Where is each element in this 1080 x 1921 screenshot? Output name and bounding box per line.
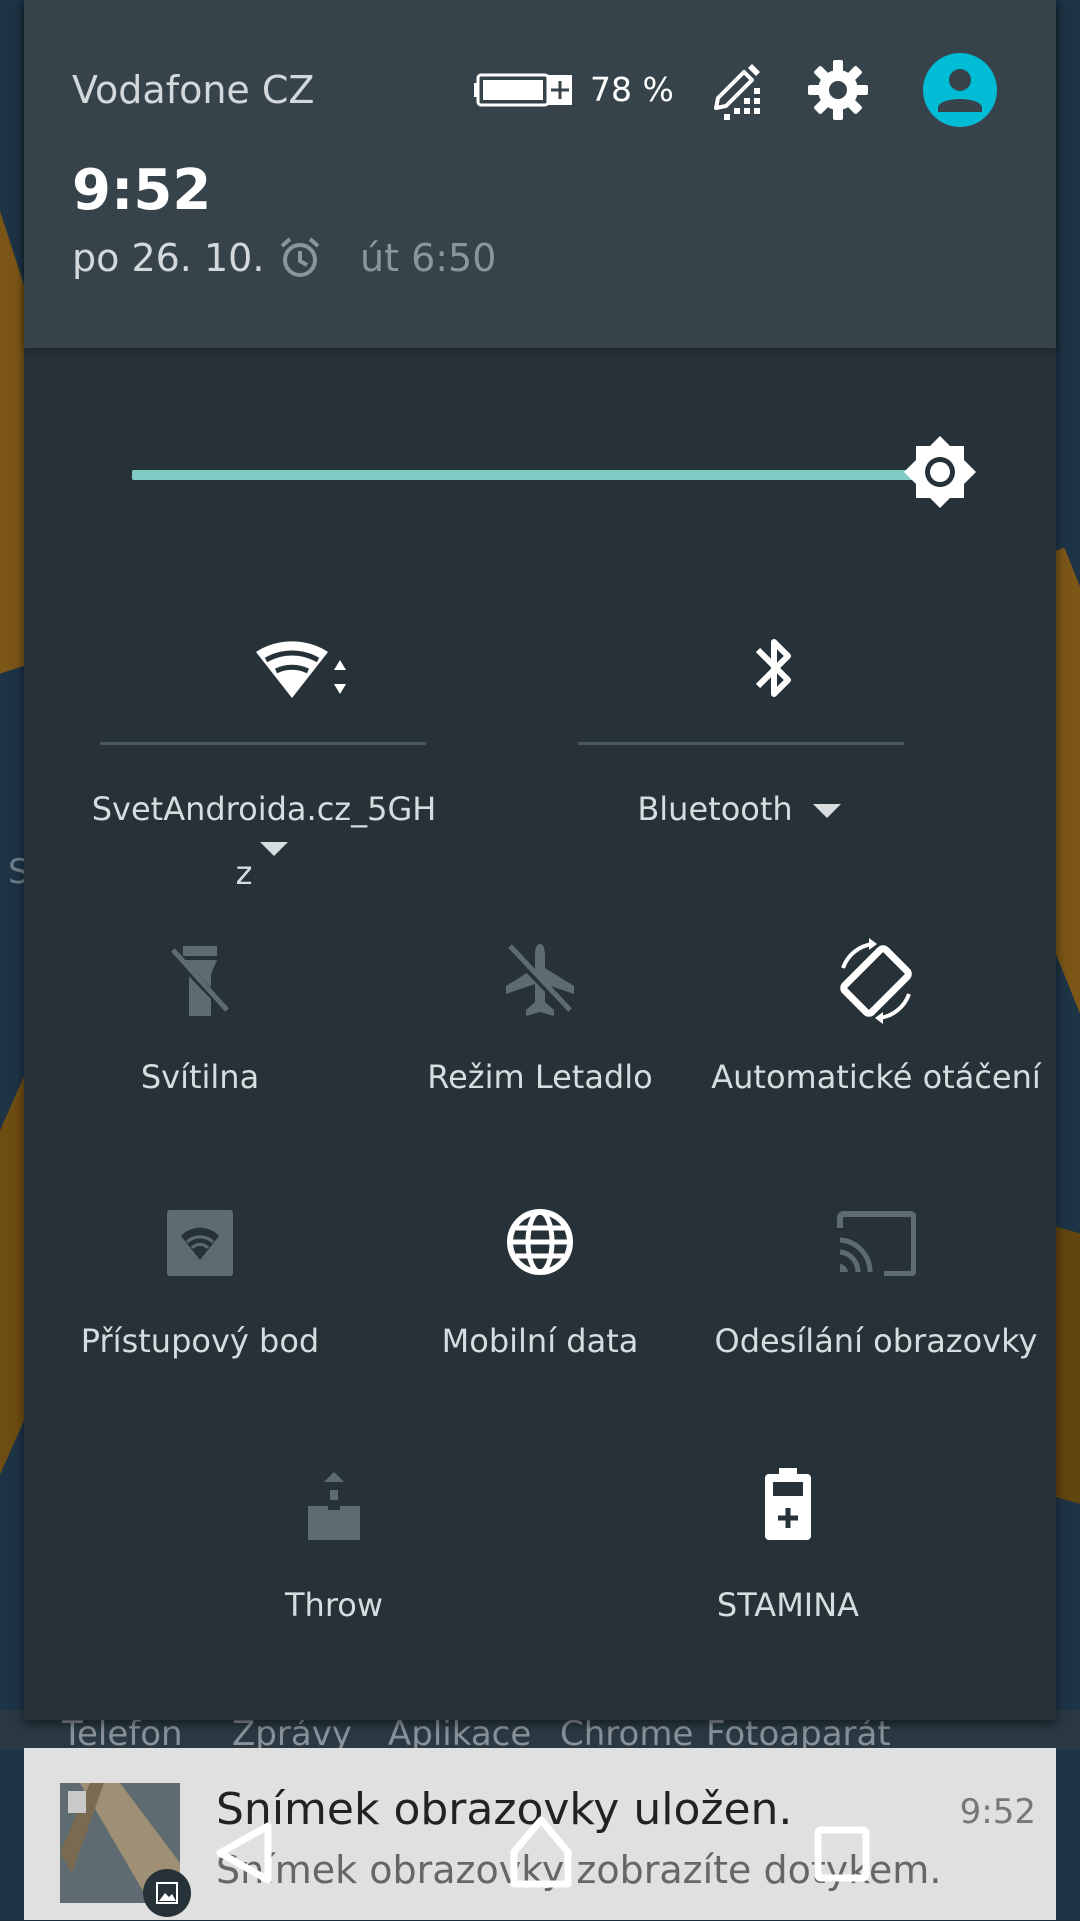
hotspot-icon <box>167 1210 233 1276</box>
battery-icon <box>474 73 572 107</box>
wifi-divider <box>100 742 426 745</box>
tile-auto-rotate[interactable]: Automatické otáčení <box>706 938 1046 1138</box>
tile-mobile-data[interactable]: Mobilní data <box>370 1202 710 1402</box>
bluetooth-tile-label[interactable]: Bluetooth <box>554 790 924 828</box>
brightness-track <box>132 470 930 480</box>
image-badge <box>143 1869 191 1917</box>
airplane-off-icon <box>505 944 575 1017</box>
bluetooth-icon <box>755 639 791 697</box>
globe-icon <box>507 1209 573 1275</box>
tile-mobile-data-label: Mobilní data <box>441 1322 639 1360</box>
user-icon <box>938 69 982 112</box>
tile-flashlight[interactable]: Svítilna <box>30 938 370 1138</box>
clock[interactable]: 9:52 <box>72 158 211 223</box>
tile-cast-screen-label: Odesílání obrazovky <box>714 1322 1038 1360</box>
wifi-network-name-wrap: z <box>235 854 253 892</box>
tile-auto-rotate-label: Automatické otáčení <box>711 1058 1041 1096</box>
tile-stamina[interactable]: STAMINA <box>588 1466 988 1666</box>
brightness-sun-icon[interactable] <box>900 432 980 512</box>
wifi-tile-icon-group[interactable] <box>252 632 352 706</box>
wifi-icon <box>256 641 346 698</box>
settings-gear-icon[interactable] <box>806 58 870 122</box>
bluetooth-divider <box>578 742 904 745</box>
carrier-label: Vodafone CZ <box>72 68 315 112</box>
back-nav-icon[interactable] <box>198 1808 288 1898</box>
flashlight-off-icon <box>168 946 232 1016</box>
tile-cast-screen[interactable]: Odesílání obrazovky <box>706 1202 1046 1402</box>
bluetooth-label: Bluetooth <box>637 790 793 828</box>
battery-percentage: 78 % <box>590 70 674 109</box>
date-label[interactable]: po 26. 10. <box>72 236 264 280</box>
recents-nav-icon[interactable] <box>796 1808 886 1898</box>
bluetooth-dropdown-caret-icon[interactable] <box>812 804 841 818</box>
quick-settings-panel: Vodafone CZ 78 % 9:52 po 26. 10. út 6:50… <box>24 0 1056 1720</box>
screen-rotation-icon <box>840 938 912 1024</box>
alarm-clock-icon <box>280 237 320 277</box>
status-header: Vodafone CZ 78 % 9:52 po 26. 10. út 6:50 <box>24 0 1056 348</box>
wifi-network-name: SvetAndroida.cz_5GH <box>91 790 437 828</box>
tile-hotspot[interactable]: Přístupový bod <box>30 1202 370 1402</box>
cast-icon <box>837 1211 916 1276</box>
user-avatar[interactable] <box>923 53 997 127</box>
tile-hotspot-label: Přístupový bod <box>80 1322 320 1360</box>
stamina-battery-icon <box>765 1468 811 1540</box>
edit-icon[interactable] <box>710 60 762 120</box>
tile-throw-label: Throw <box>284 1586 384 1624</box>
notification-time: 9:52 <box>959 1792 1036 1832</box>
tile-stamina-label: STAMINA <box>716 1586 860 1624</box>
next-alarm-label[interactable]: út 6:50 <box>360 236 496 280</box>
tile-throw[interactable]: Throw <box>144 1466 524 1666</box>
home-nav-icon[interactable] <box>496 1808 586 1898</box>
tile-airplane-mode-label: Režim Letadlo <box>427 1058 653 1096</box>
image-icon <box>156 1882 178 1904</box>
tile-flashlight-label: Svítilna <box>140 1058 260 1096</box>
brightness-slider[interactable] <box>132 436 976 508</box>
throw-icon <box>308 1472 360 1540</box>
bluetooth-tile-icon-group[interactable] <box>750 630 800 710</box>
tile-airplane-mode[interactable]: Režim Letadlo <box>370 938 710 1138</box>
